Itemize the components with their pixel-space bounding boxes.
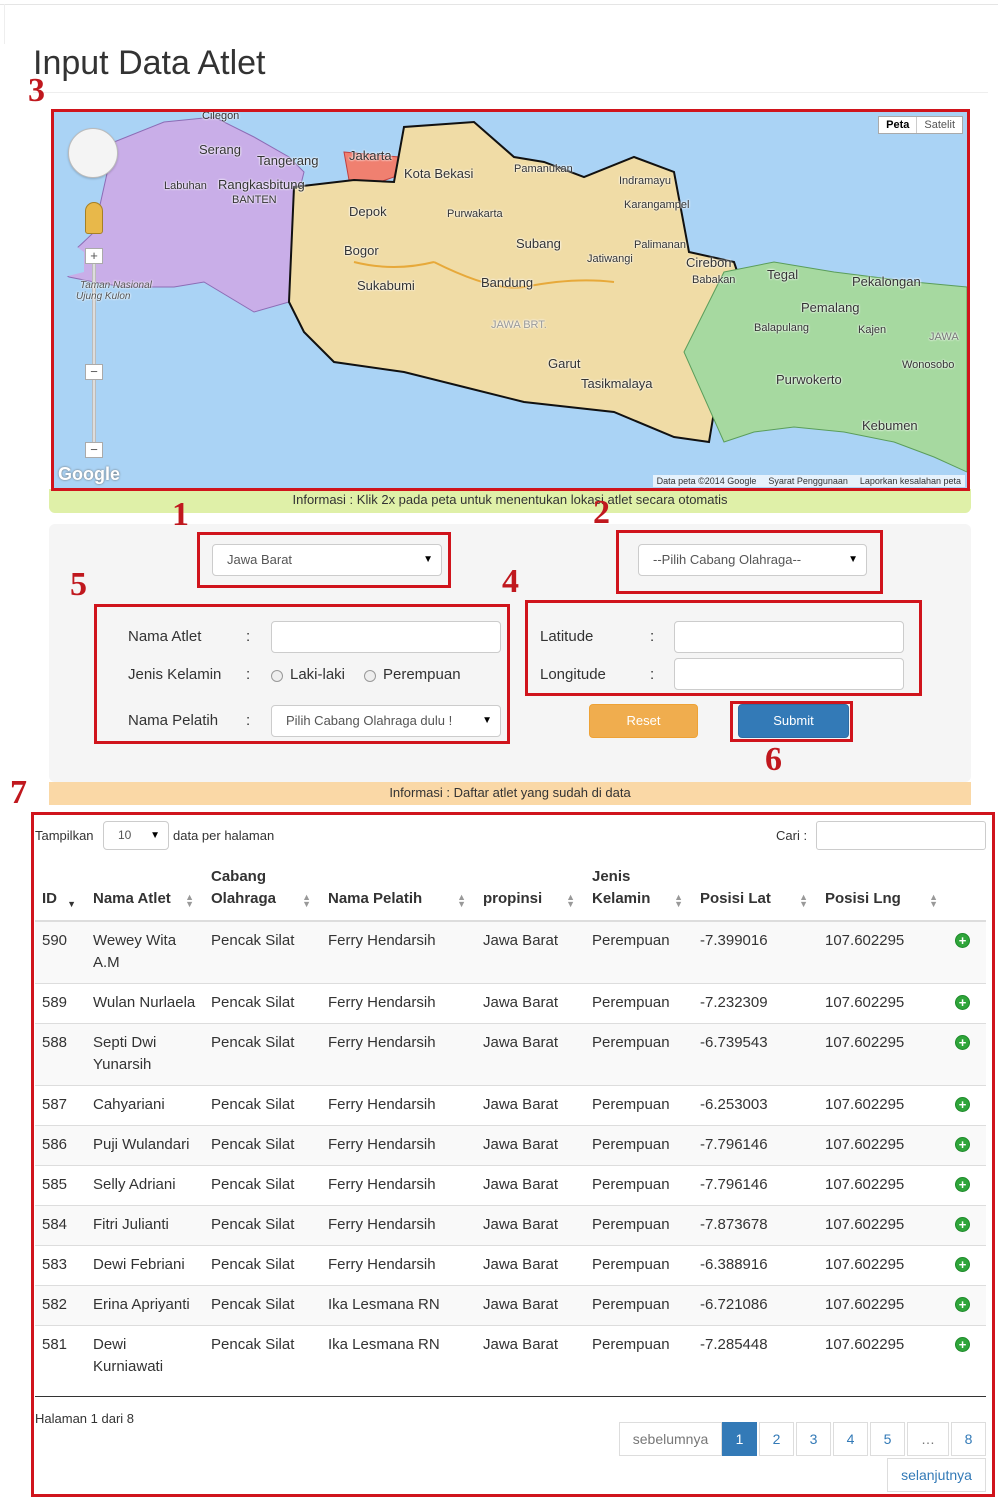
annotation-number: 5	[70, 566, 87, 603]
annotation-box-5	[94, 604, 510, 744]
annotation-box-2	[616, 530, 883, 594]
annotation-number: 1	[172, 496, 189, 533]
annotation-box-1	[197, 532, 451, 588]
top-border	[0, 4, 998, 5]
annotation-number: 2	[593, 494, 610, 531]
title-divider	[33, 92, 988, 93]
annotation-box-3	[51, 109, 970, 491]
annotation-number: 7	[10, 774, 27, 811]
reset-button[interactable]: Reset	[589, 704, 698, 738]
annotation-box-6	[730, 701, 853, 742]
list-info-banner: Informasi : Daftar atlet yang sudah di d…	[49, 782, 971, 805]
annotation-box-4	[525, 600, 922, 696]
annotation-number: 4	[502, 563, 519, 600]
page-title: Input Data Atlet	[33, 44, 266, 82]
left-border	[4, 4, 5, 44]
annotation-number: 3	[28, 72, 45, 109]
annotation-number: 6	[765, 741, 782, 778]
annotation-box-7	[31, 812, 995, 1497]
